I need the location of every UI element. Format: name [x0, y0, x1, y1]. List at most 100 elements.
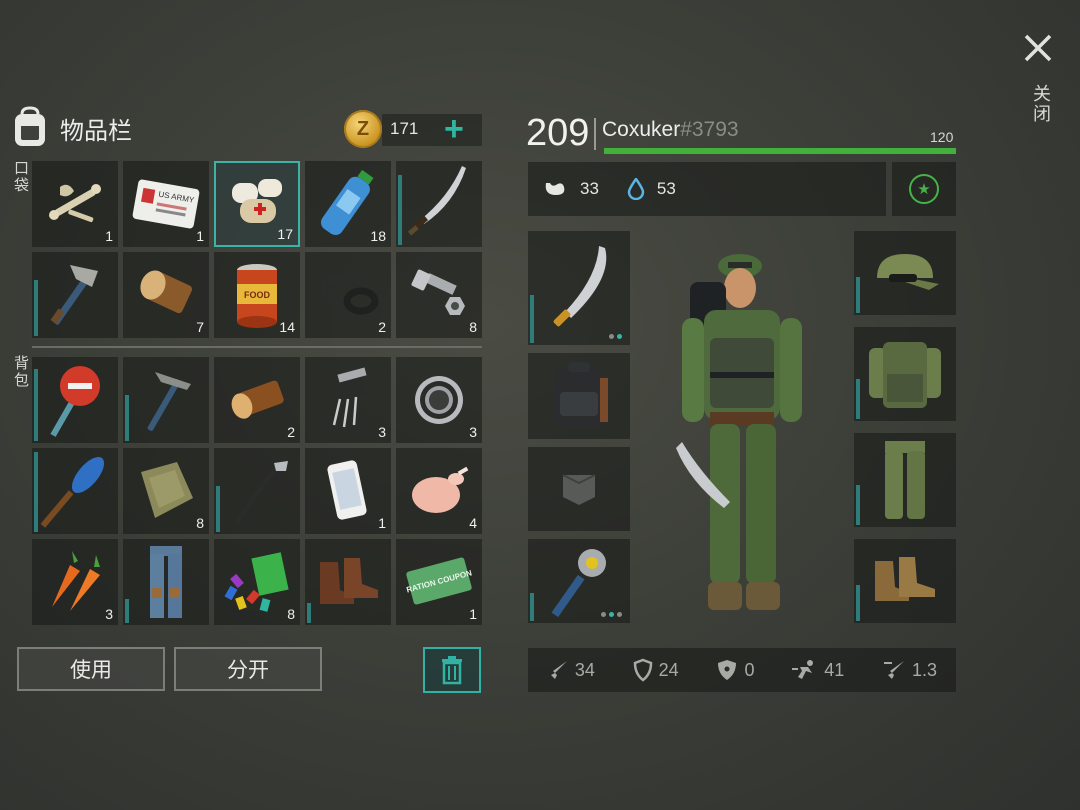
backpack-icon — [15, 106, 45, 146]
stat-attack: 34 — [547, 659, 595, 681]
slot-qty: 2 — [287, 424, 295, 440]
paddle-icon — [40, 456, 105, 528]
close-label[interactable]: 关闭 — [1028, 84, 1054, 124]
battery-pack-icon — [224, 552, 289, 612]
ration-coupon-icon: RATION COUPON — [405, 557, 473, 605]
stat-speed: 41 — [792, 659, 844, 681]
star-badge-icon: ★ — [909, 174, 939, 204]
stat-radiation: 0 — [716, 658, 754, 682]
inventory-header: 物品栏 — [10, 104, 132, 152]
slot-qty: 3 — [105, 606, 113, 622]
pants-icon — [150, 546, 182, 618]
backpack-slot-8[interactable] — [214, 448, 300, 534]
slot-qty: 1 — [196, 228, 204, 244]
slot-qty: 14 — [279, 319, 295, 335]
slot-qty: 17 — [277, 226, 293, 242]
pocket-slot-6[interactable] — [32, 252, 118, 338]
backpack-slot-5[interactable]: 3 — [396, 357, 482, 443]
achievement-button[interactable]: ★ — [892, 162, 956, 216]
pickaxe-icon — [147, 372, 191, 431]
player-name: Coxuker — [602, 118, 681, 141]
thirst-value: 53 — [656, 179, 676, 198]
backpack-slot-1[interactable] — [32, 357, 118, 443]
backpack-slot-6[interactable] — [32, 448, 118, 534]
slot-qty: 4 — [469, 515, 477, 531]
slot-qty: 8 — [196, 515, 204, 531]
coin-icon: Z — [344, 110, 382, 148]
stat-defense: 24 — [633, 658, 679, 682]
split-button[interactable]: 分开 — [174, 647, 322, 691]
backpack-slot-10[interactable]: 4 — [396, 448, 482, 534]
section-divider — [32, 346, 482, 348]
variant-dots — [609, 334, 622, 339]
vitals-row: 33 53 — [528, 162, 886, 216]
backpack-slot-11[interactable]: 3 — [32, 539, 118, 625]
transistor-icon — [332, 367, 367, 428]
pocket-slot-5[interactable] — [396, 161, 482, 247]
equip-slot-legs[interactable] — [854, 433, 956, 527]
speed-value: 41 — [824, 659, 845, 680]
equip-slot-feet[interactable] — [854, 539, 956, 623]
pocket-slot-4[interactable]: 18 — [305, 161, 391, 247]
pocket-slot-7[interactable]: 7 — [123, 252, 209, 338]
equip-slot-pocket[interactable] — [528, 447, 630, 531]
close-icon[interactable] — [1020, 30, 1056, 66]
bolt-nut-icon — [411, 269, 465, 315]
slot-qty: 1 — [378, 515, 386, 531]
attack-value: 34 — [574, 659, 595, 680]
backpack-slot-7[interactable]: 8 — [123, 448, 209, 534]
coin-count: 171 — [390, 119, 419, 138]
pocket-slot-9[interactable]: 2 — [305, 252, 391, 338]
backpack-slot-9[interactable]: 1 — [305, 448, 391, 534]
stop-sign-icon — [50, 366, 100, 437]
camo-pants-icon — [885, 441, 925, 519]
backpack-slot-2[interactable] — [123, 357, 209, 443]
add-coins-button[interactable]: + — [444, 111, 464, 147]
pocket-slot-2[interactable]: US ARMY 1 — [123, 161, 209, 247]
cloth-icon — [141, 462, 193, 518]
slot-qty: 3 — [469, 424, 477, 440]
smartphone-icon — [327, 460, 367, 520]
attack-speed-value: 1.3 — [912, 659, 938, 680]
canned-food-icon: FOOD — [237, 264, 277, 328]
pocket-slot-1[interactable]: 1 — [32, 161, 118, 247]
backpack-slot-14[interactable] — [305, 539, 391, 625]
use-button[interactable]: 使用 — [17, 647, 165, 691]
equip-slot-head[interactable] — [854, 231, 956, 315]
camo-cap-icon — [877, 254, 939, 290]
equip-slot-tool[interactable] — [528, 539, 630, 623]
pocket-slot-3[interactable]: 17 — [214, 161, 300, 247]
backpack-slot-12[interactable] — [123, 539, 209, 625]
hatchet-icon — [50, 265, 98, 325]
backpack-slot-15[interactable]: RATION COUPON 1 — [396, 539, 482, 625]
log-icon — [140, 270, 193, 314]
pocket-slot-10[interactable]: 8 — [396, 252, 482, 338]
backpack-slot-13[interactable]: 8 — [214, 539, 300, 625]
pocket-slot-8[interactable]: FOOD 14 — [214, 252, 300, 338]
backpack-label: 背包 — [12, 355, 29, 389]
equip-slot-backpack[interactable] — [528, 353, 630, 439]
defense-value: 24 — [658, 659, 679, 680]
combat-stats-bar: 34 24 0 41 1.3 — [528, 648, 956, 692]
backpack-slot-4[interactable]: 3 — [305, 357, 391, 443]
player-name-row: Coxuker#3793 — [602, 118, 739, 142]
equip-slot-weapon[interactable] — [528, 231, 630, 345]
slot-qty: 3 — [378, 424, 386, 440]
health-bar — [604, 148, 956, 154]
equip-slot-body[interactable] — [854, 327, 956, 421]
inventory-title: 物品栏 — [60, 117, 132, 145]
golf-club-icon — [233, 461, 288, 525]
slot-qty: 1 — [105, 228, 113, 244]
trash-button[interactable] — [423, 647, 481, 693]
katana-icon — [407, 166, 466, 236]
fast-sword-icon — [884, 661, 905, 679]
player-level: 209 — [526, 112, 590, 154]
spiked-club-icon — [551, 549, 606, 618]
log-icon — [231, 380, 284, 419]
boots-icon — [320, 558, 378, 604]
backpack-slot-3[interactable]: 2 — [214, 357, 300, 443]
can-label: FOOD — [244, 290, 270, 300]
machete-icon — [553, 246, 607, 327]
bones-icon — [49, 184, 101, 223]
slot-qty: 2 — [378, 319, 386, 335]
